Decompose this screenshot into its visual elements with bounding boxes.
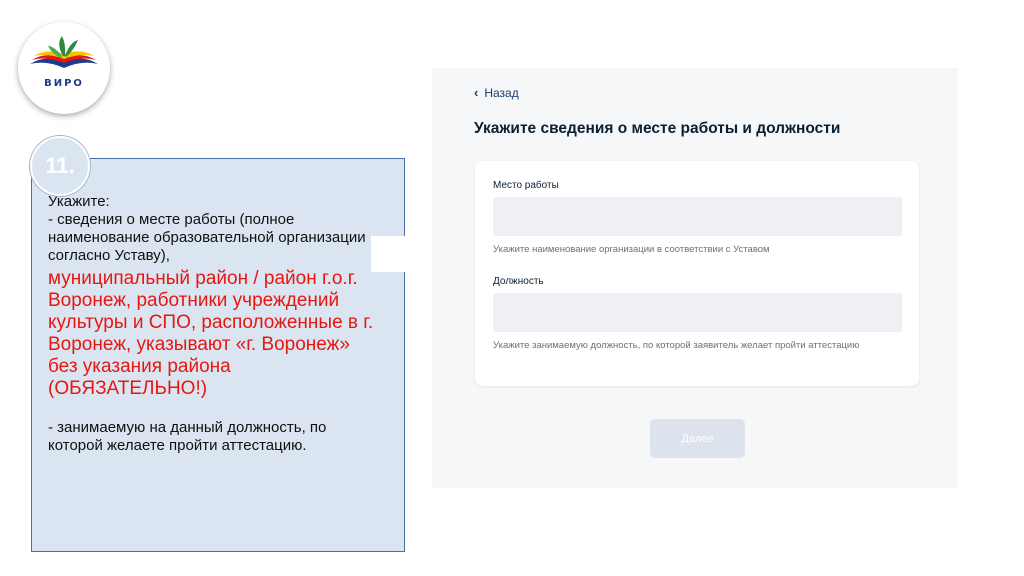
instruction-important-note: муниципальный район / район г.о.г. Ворон… bbox=[48, 268, 374, 399]
back-link[interactable]: ‹ Назад bbox=[474, 85, 519, 100]
step-number-badge: 11. bbox=[30, 136, 90, 196]
next-button[interactable]: Далее bbox=[650, 419, 745, 458]
instruction-panel: Укажите: - сведения о месте работы (полн… bbox=[31, 158, 405, 552]
back-label: Назад bbox=[484, 85, 519, 100]
viro-emblem-icon bbox=[30, 36, 98, 68]
instruction-intro: Укажите: bbox=[48, 193, 110, 210]
instruction-item-position: - занимаемую на данный должность, по кот… bbox=[48, 419, 327, 454]
form-card: Место работы Укажите наименование органи… bbox=[475, 161, 919, 386]
viro-logo: ВИРО bbox=[18, 22, 110, 114]
chevron-left-icon: ‹ bbox=[474, 85, 479, 100]
instruction-text: Укажите: - сведения о месте работы (полн… bbox=[48, 193, 378, 455]
decorative-mark bbox=[371, 236, 409, 272]
position-hint: Укажите занимаемую должность, по которой… bbox=[493, 340, 860, 351]
workplace-label: Место работы bbox=[493, 180, 559, 191]
workplace-hint: Укажите наименование организации в соотв… bbox=[493, 244, 770, 255]
workplace-input[interactable] bbox=[493, 197, 902, 236]
position-input[interactable] bbox=[493, 293, 902, 332]
form-screenshot: ‹ Назад Укажите сведения о месте работы … bbox=[432, 68, 958, 488]
instruction-item-workplace: - сведения о месте работы (полное наимен… bbox=[48, 211, 366, 264]
page-title: Укажите сведения о месте работы и должно… bbox=[474, 120, 841, 137]
position-label: Должность bbox=[493, 276, 544, 287]
logo-text: ВИРО bbox=[44, 78, 84, 89]
